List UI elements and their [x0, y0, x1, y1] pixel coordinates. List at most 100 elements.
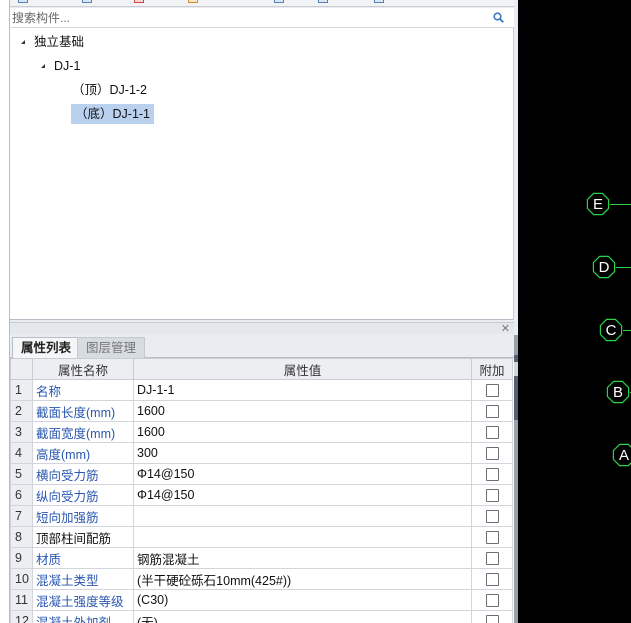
property-value-cell[interactable]: (半干硬砼砾石10mm(425#)) [133, 568, 472, 590]
close-icon[interactable]: ✕ [501, 323, 510, 335]
property-value-cell[interactable]: 1600 [133, 400, 472, 422]
property-value-cell[interactable]: Φ14@150 [133, 463, 472, 485]
table-row[interactable]: 12 混凝土外加剂 (无) [10, 610, 513, 623]
extra-checkbox-cell [471, 589, 513, 611]
row-index: 1 [10, 379, 33, 401]
row-index: 6 [10, 484, 33, 506]
extra-checkbox[interactable] [485, 573, 499, 587]
property-name-cell: 混凝土类型 [32, 568, 134, 590]
table-row[interactable]: 6 纵向受力筋 Φ14@150 [10, 484, 513, 506]
axis-bubble-b[interactable]: B [605, 379, 631, 405]
tree-node-group-label: DJ-1 [54, 59, 81, 73]
table-row[interactable]: 5 横向受力筋 Φ14@150 [10, 463, 513, 485]
row-index: 8 [10, 526, 33, 548]
property-name-cell: 顶部柱间配筋 [32, 526, 134, 548]
grid-header-extra: 附加 [471, 358, 513, 380]
toolbar-button-layer[interactable] [188, 0, 201, 5]
new-icon [18, 0, 28, 3]
extra-checkbox[interactable] [485, 594, 499, 608]
property-value-cell[interactable]: Φ14@150 [133, 484, 472, 506]
expand-triangle-icon[interactable] [41, 64, 45, 68]
grid-header-value: 属性值 [133, 358, 472, 380]
extra-checkbox[interactable] [485, 552, 499, 566]
axis-label: E [593, 196, 603, 213]
row-index: 11 [10, 589, 33, 611]
toolbar-button-more[interactable] [374, 0, 387, 5]
extra-checkbox[interactable] [485, 615, 499, 623]
property-value-cell[interactable]: (C30) [133, 589, 472, 611]
axis-bubble-e[interactable]: E [585, 191, 611, 217]
toolbar-button-copy[interactable] [82, 0, 95, 5]
row-index: 3 [10, 421, 33, 443]
grid-header-name: 属性名称 [32, 358, 134, 380]
table-row[interactable]: 9 材质 钢筋混凝土 [10, 547, 513, 569]
table-row[interactable]: 2 截面长度(mm) 1600 [10, 400, 513, 422]
tree-item-bottom-selected[interactable]: （底）DJ-1-1 [71, 104, 155, 124]
axis-bubble-d[interactable]: D [591, 254, 617, 280]
drawing-canvas[interactable]: E D C B A [518, 0, 631, 623]
property-value-cell[interactable]: (无) [133, 610, 472, 623]
property-value-cell[interactable]: 1600 [133, 421, 472, 443]
property-value-cell[interactable] [133, 505, 472, 527]
toolbar-button-filter[interactable] [274, 0, 287, 5]
table-row[interactable]: 11 混凝土强度等级 (C30) [10, 589, 513, 611]
grid-header-row: 属性名称 属性值 附加 [10, 358, 513, 380]
table-row[interactable]: 3 截面宽度(mm) 1600 [10, 421, 513, 443]
delete-icon [134, 0, 144, 3]
tab-layer-management[interactable]: 图层管理 [77, 337, 146, 358]
component-tree: 独立基础 DJ-1 （顶）DJ-1-2 （底）DJ-1-1 [10, 28, 514, 320]
filter-icon [274, 0, 284, 3]
toolbar-button-sort[interactable] [318, 0, 331, 5]
property-name-cell: 纵向受力筋 [32, 484, 134, 506]
toolbar-button-new[interactable] [18, 0, 31, 5]
extra-checkbox[interactable] [485, 405, 499, 419]
extra-checkbox-cell [471, 421, 513, 443]
property-value-cell[interactable]: 钢筋混凝土 [133, 547, 472, 569]
property-name-cell: 短向加强筋 [32, 505, 134, 527]
layer-icon [188, 0, 198, 3]
extra-checkbox[interactable] [485, 510, 499, 524]
tree-node-root[interactable]: 独立基础 [18, 32, 84, 52]
extra-checkbox[interactable] [485, 468, 499, 482]
property-name-cell: 混凝土外加剂 [32, 610, 134, 623]
tab-property-list[interactable]: 属性列表 [12, 337, 81, 358]
property-value-cell[interactable] [133, 526, 472, 548]
extra-checkbox-cell [471, 484, 513, 506]
extra-checkbox[interactable] [485, 531, 499, 545]
row-index: 12 [10, 610, 33, 623]
extra-checkbox-cell [471, 463, 513, 485]
property-name-cell: 混凝土强度等级 [32, 589, 134, 611]
component-panel: 独立基础 DJ-1 （顶）DJ-1-2 （底）DJ-1-1 ✕ 属性列表 图层管… [0, 0, 518, 623]
table-row[interactable]: 4 高度(mm) 300 [10, 442, 513, 464]
extra-checkbox[interactable] [485, 426, 499, 440]
toolbar-button-delete[interactable] [134, 0, 147, 5]
property-value-cell[interactable]: 300 [133, 442, 472, 464]
extra-checkbox-cell [471, 400, 513, 422]
property-name-cell: 名称 [32, 379, 134, 401]
row-index: 2 [10, 400, 33, 422]
row-index: 5 [10, 463, 33, 485]
panel-splitter[interactable]: ✕ [10, 322, 514, 335]
table-row[interactable]: 8 顶部柱间配筋 [10, 526, 513, 548]
axis-line [616, 267, 631, 268]
property-grid: 属性名称 属性值 附加 1 名称 DJ-1-1 2 截面长度(mm) 1600 3 截面宽度(… [10, 358, 514, 623]
search-input[interactable] [12, 10, 482, 26]
extra-checkbox[interactable] [485, 384, 499, 398]
table-row[interactable]: 10 混凝土类型 (半干硬砼砾石10mm(425#)) [10, 568, 513, 590]
axis-line [610, 204, 631, 205]
row-index: 4 [10, 442, 33, 464]
search-icon[interactable] [493, 12, 504, 23]
axis-bubble-a[interactable]: A [611, 442, 631, 468]
extra-checkbox[interactable] [485, 447, 499, 461]
table-row[interactable]: 7 短向加强筋 [10, 505, 513, 527]
axis-label: B [613, 384, 623, 401]
expand-triangle-icon[interactable] [21, 40, 25, 44]
property-name-cell: 高度(mm) [32, 442, 134, 464]
tree-item-top[interactable]: （顶）DJ-1-2 [72, 80, 147, 100]
extra-checkbox[interactable] [485, 489, 499, 503]
property-value-cell[interactable]: DJ-1-1 [133, 379, 472, 401]
tree-node-group[interactable]: DJ-1 [38, 56, 80, 76]
table-row[interactable]: 1 名称 DJ-1-1 [10, 379, 513, 401]
extra-checkbox-cell [471, 568, 513, 590]
axis-bubble-c[interactable]: C [598, 317, 624, 343]
